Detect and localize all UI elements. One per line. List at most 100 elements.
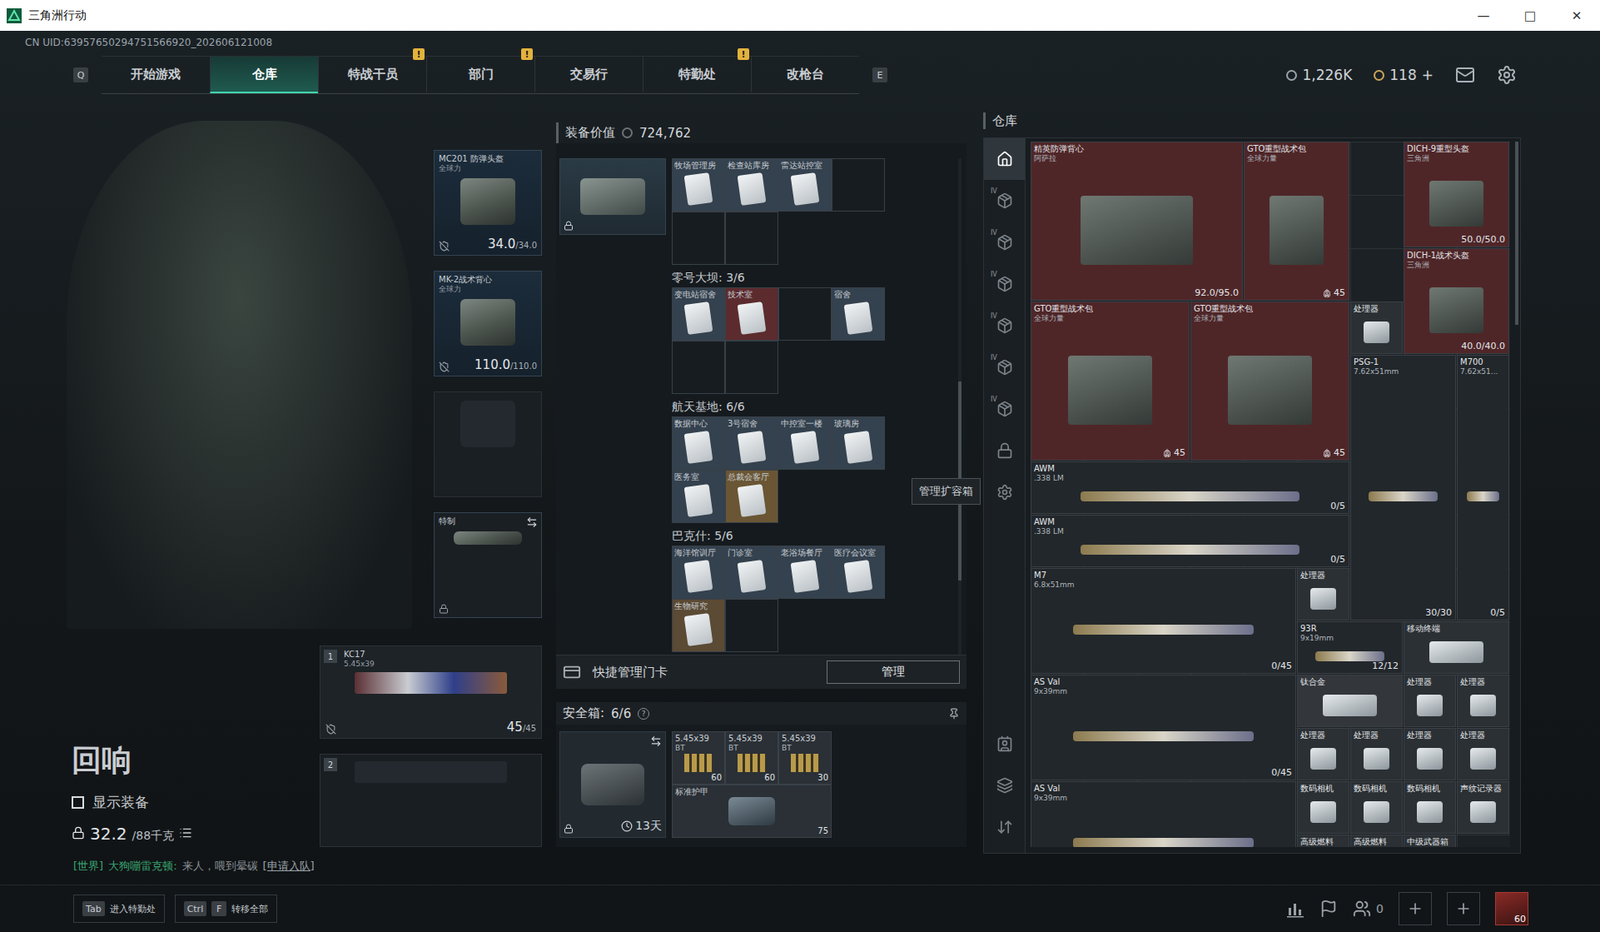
add-currency-button[interactable]: + <box>1421 66 1434 84</box>
nav-tab[interactable]: 特勤处! <box>642 56 751 94</box>
pin-icon[interactable] <box>948 707 960 720</box>
friends-icon[interactable] <box>1352 899 1372 918</box>
gear-slot[interactable]: MK-2战术背心全球力110.0/110.0 <box>433 270 542 377</box>
help-button[interactable]: ? <box>637 707 650 720</box>
keycard-slot[interactable]: 3号宿舍 <box>725 416 779 470</box>
swap-button[interactable] <box>526 516 538 528</box>
warehouse-tab[interactable]: IV <box>983 263 1025 305</box>
key-hint[interactable]: CtrlF转移全部 <box>174 894 279 923</box>
safe-item[interactable]: 5.45x39BT60 <box>671 730 726 785</box>
warehouse-item[interactable]: 高级燃料 <box>1296 834 1350 847</box>
warehouse-item[interactable]: 处理器 <box>1350 301 1403 354</box>
warehouse-item[interactable]: 处理器 <box>1456 674 1510 727</box>
safe-box-image[interactable]: 13天 <box>559 730 666 838</box>
key-hint[interactable]: Tab进入特勤处 <box>73 894 165 923</box>
warehouse-item[interactable]: AWM.338 LM0/5 <box>1030 514 1350 567</box>
warehouse-item[interactable]: 处理器 <box>1296 727 1350 781</box>
warehouse-item[interactable]: 数码相机 <box>1350 780 1403 834</box>
keycard-slot[interactable]: 玻璃房 <box>831 416 885 470</box>
keycard-slot[interactable]: 生物研究 <box>671 598 726 652</box>
warehouse-item[interactable]: 数码相机 <box>1296 780 1350 834</box>
plus-icon[interactable] <box>1455 899 1472 917</box>
safe-item[interactable]: 标准护甲75 <box>671 784 832 838</box>
keycard-slot[interactable]: 雷达站控室 <box>778 158 832 212</box>
flag-icon[interactable] <box>1319 899 1338 918</box>
warehouse-item[interactable]: 处理器 <box>1456 727 1510 781</box>
safe-item[interactable]: 5.45x39BT30 <box>778 730 832 785</box>
checkbox-box[interactable] <box>71 795 85 809</box>
warehouse-tab[interactable] <box>983 471 1025 513</box>
warehouse-tab[interactable]: IV <box>983 346 1025 388</box>
keycard-slot[interactable]: 中控室一楼 <box>778 416 832 470</box>
warehouse-item[interactable]: PSG-17.62x51mm30/30 <box>1350 354 1456 621</box>
swap-button[interactable] <box>650 735 662 747</box>
warehouse-scrollbar[interactable] <box>1515 141 1519 325</box>
keycard-slot[interactable]: 医疗会议室 <box>831 545 885 599</box>
scrollbar[interactable] <box>958 158 962 655</box>
warehouse-item[interactable]: M76.8x51mm0/45 <box>1030 567 1297 674</box>
warehouse-tab[interactable]: IV <box>983 179 1025 222</box>
keycard-slot[interactable]: 宿舍 <box>831 287 885 341</box>
keycard-slot[interactable] <box>671 340 726 394</box>
list-icon[interactable] <box>178 825 193 840</box>
warehouse-item[interactable]: GTO重型战术包全球力量45 <box>1243 141 1350 301</box>
keycard-slot[interactable]: 变电站宿舍 <box>671 287 726 341</box>
keycard-slot[interactable]: 门诊室 <box>725 545 779 599</box>
gear-slot[interactable]: 特制 <box>433 511 542 618</box>
show-gear-checkbox[interactable]: 显示装备 <box>71 792 320 812</box>
invite-slot[interactable] <box>1446 891 1481 925</box>
nav-tab[interactable]: 开始游戏 <box>101 56 210 94</box>
keycard-slot[interactable] <box>671 211 726 265</box>
warehouse-item[interactable]: 数码相机 <box>1403 780 1456 834</box>
keycard-slot[interactable] <box>831 158 885 212</box>
warehouse-item[interactable]: 处理器 <box>1403 727 1456 781</box>
keycard-case-image[interactable] <box>559 158 666 235</box>
window-control-button[interactable]: □ <box>1506 0 1554 31</box>
mail-icon[interactable] <box>1455 64 1476 85</box>
window-control-button[interactable]: ✕ <box>1553 0 1600 31</box>
nav-tab[interactable]: 部门! <box>426 56 535 94</box>
warehouse-item[interactable]: GTO重型战术包全球力量45 <box>1190 301 1350 461</box>
keycard-slot[interactable]: 医务室 <box>671 469 726 523</box>
warehouse-item[interactable]: GTO重型战术包全球力量45 <box>1030 301 1190 461</box>
mail-button[interactable] <box>1455 64 1476 85</box>
nav-tab[interactable]: 特战干员! <box>318 56 427 94</box>
warehouse-item[interactable]: 高级燃料 <box>1350 834 1403 847</box>
gear-slot[interactable] <box>433 391 542 497</box>
settings-button[interactable] <box>1496 64 1517 85</box>
keycard-slot[interactable]: 技术室 <box>725 287 779 341</box>
swap-icon[interactable] <box>526 516 538 528</box>
warehouse-tab[interactable] <box>983 138 1025 180</box>
gear-icon[interactable] <box>1496 64 1517 85</box>
keycard-slot[interactable]: 总裁会客厅 <box>725 469 779 523</box>
warehouse-item[interactable]: 处理器 <box>1350 727 1403 781</box>
warehouse-tab[interactable] <box>983 429 1025 472</box>
keycard-slot[interactable]: 检查站库房 <box>725 158 779 212</box>
keycard-slot[interactable]: 海洋馆训厅 <box>671 545 726 599</box>
warehouse-item[interactable]: AS Val9x39mm <box>1030 780 1297 847</box>
join-team-link[interactable]: [申请入队] <box>263 858 315 874</box>
keycard-slot[interactable] <box>725 340 779 394</box>
nav-tab[interactable]: 改枪台 <box>750 56 860 94</box>
warehouse-item[interactable]: 中级武器箱 <box>1403 834 1456 847</box>
warehouse-tab[interactable]: IV <box>983 221 1025 264</box>
keycard-slot[interactable]: 数据中心 <box>671 416 726 470</box>
warehouse-item[interactable]: DICH-9重型头盔三角洲50.0/50.0 <box>1403 141 1510 248</box>
warehouse-item[interactable]: 移动终端 <box>1403 621 1510 674</box>
warehouse-tool[interactable] <box>983 805 1025 848</box>
swap-icon[interactable] <box>650 735 662 747</box>
warehouse-item[interactable]: AWM.338 LM0/5 <box>1030 461 1350 514</box>
nav-tab[interactable]: 仓库 <box>209 56 319 94</box>
stats-icon[interactable] <box>1286 899 1305 918</box>
warehouse-item[interactable]: 处理器 <box>1403 674 1456 727</box>
nav-tab[interactable]: 交易行 <box>534 56 643 94</box>
keycard-slot[interactable] <box>778 287 832 341</box>
gear-slot[interactable]: MC201 防弹头盔全球力34.0/34.0 <box>433 149 542 256</box>
keycard-slot[interactable] <box>725 211 779 265</box>
warehouse-item[interactable]: M7007.62x51...0/5 <box>1456 354 1510 621</box>
warehouse-item[interactable]: 93R9x19mm12/12 <box>1296 621 1403 674</box>
warehouse-tool[interactable] <box>983 764 1025 806</box>
invite-slot[interactable] <box>1398 891 1432 925</box>
next-tab-key[interactable]: E <box>872 67 888 83</box>
player-avatar[interactable]: 60 <box>1495 891 1529 925</box>
